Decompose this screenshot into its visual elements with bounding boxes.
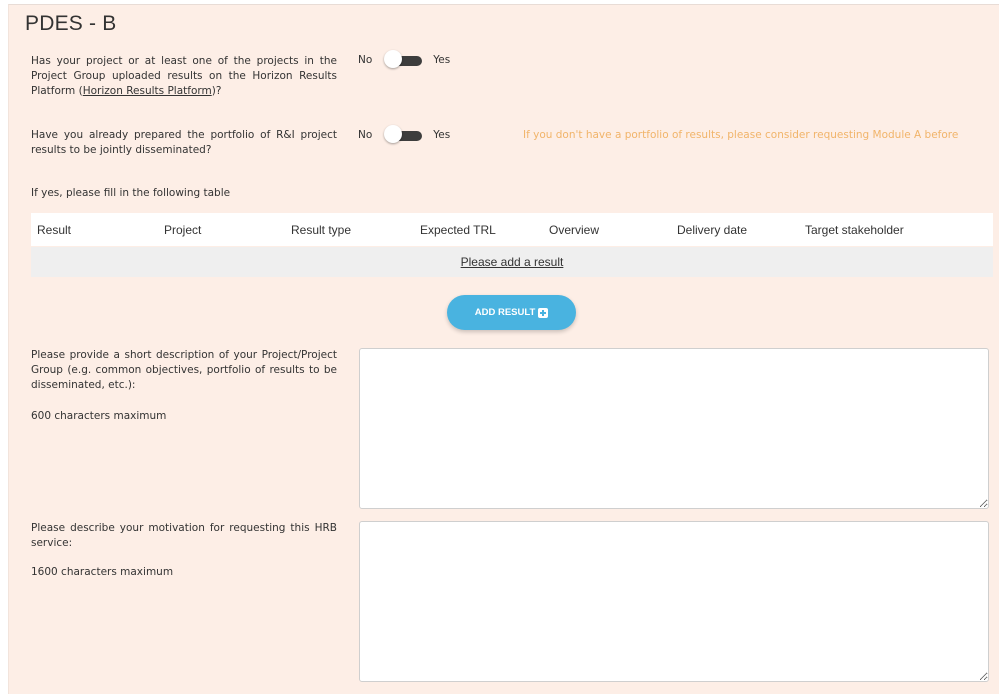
toggle-yes-label: Yes <box>433 54 451 66</box>
toggle-no-label: No <box>358 54 373 66</box>
add-result-link[interactable]: Please add a result <box>461 255 564 269</box>
module-a-notice: If you don't have a portfolio of results… <box>523 129 959 141</box>
horizon-results-toggle[interactable] <box>384 50 423 68</box>
toggle-no-label: No <box>358 129 373 141</box>
question-text-end: )? <box>211 85 222 97</box>
page-title: PDES - B <box>25 12 117 35</box>
table-intro: If yes, please fill in the following tab… <box>31 187 231 199</box>
column-header-project: Project <box>164 222 202 237</box>
motivation-max-note: 1600 characters maximum <box>31 566 174 578</box>
add-result-label: ADD RESULT <box>474 307 536 318</box>
description-max-note: 600 characters maximum <box>31 410 167 422</box>
results-table-empty-row: Please add a result <box>31 247 993 277</box>
portfolio-toggle-group: No Yes <box>358 125 451 143</box>
column-header-overview: Overview <box>549 222 600 237</box>
question-horizon-results: Has your project or at least one of the … <box>31 54 337 99</box>
description-label: Please provide a short description of yo… <box>31 349 337 391</box>
horizon-results-platform-link[interactable]: Horizon Results Platform <box>83 85 212 97</box>
description-textarea[interactable] <box>359 348 989 509</box>
motivation-label: Please describe your motivation for requ… <box>31 522 337 549</box>
column-header-result-type: Result type <box>291 222 352 237</box>
toggle-yes-label: Yes <box>433 129 451 141</box>
add-result-button[interactable]: ADD RESULT <box>447 295 576 330</box>
column-header-target-stakeholder: Target stakeholder <box>805 222 904 237</box>
horizon-results-toggle-group: No Yes <box>358 50 451 68</box>
question-portfolio: Have you already prepared the portfolio … <box>31 129 337 156</box>
column-header-delivery-date: Delivery date <box>677 222 748 237</box>
results-table-header: Result Project Result type Expected TRL … <box>31 213 993 246</box>
motivation-textarea[interactable] <box>359 521 989 682</box>
plus-square-icon <box>538 307 549 318</box>
column-header-result: Result <box>37 222 72 237</box>
portfolio-toggle[interactable] <box>384 125 423 143</box>
column-header-expected-trl: Expected TRL <box>420 222 496 237</box>
